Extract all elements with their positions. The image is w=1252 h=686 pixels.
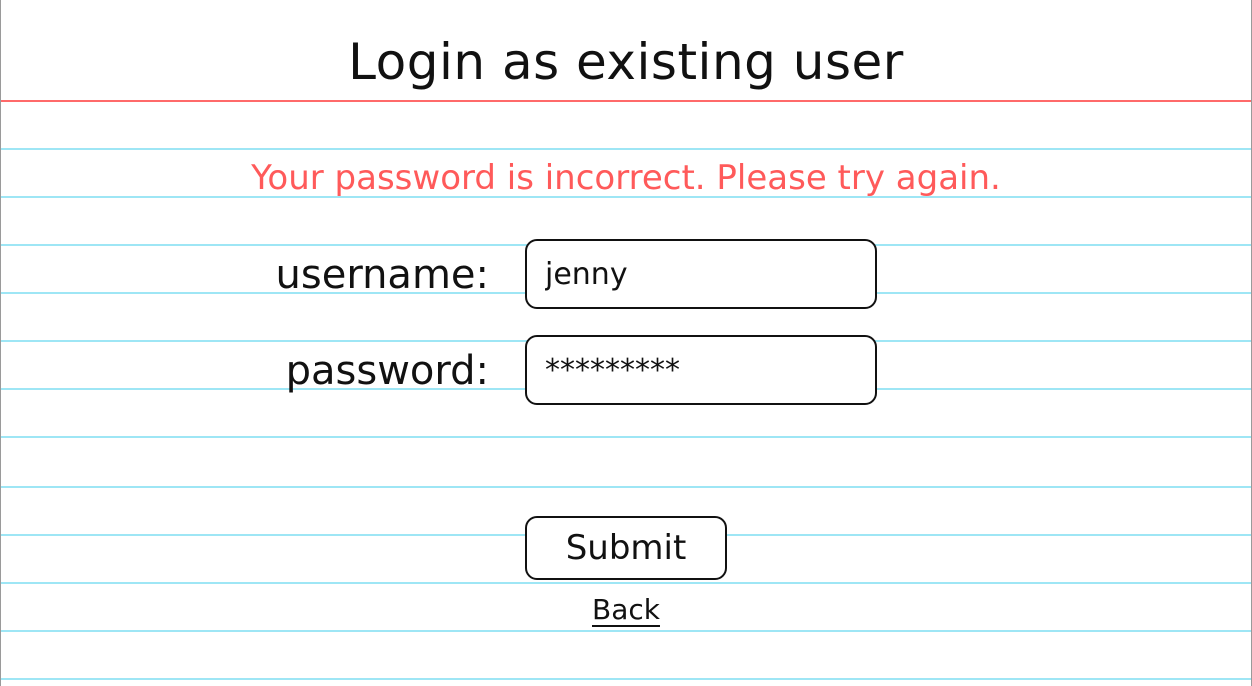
username-field[interactable] [525, 239, 877, 309]
back-link[interactable]: Back [592, 593, 660, 626]
back-link-container: Back [1, 590, 1251, 634]
ruled-line [1, 582, 1251, 584]
error-message: Your password is incorrect. Please try a… [251, 158, 1001, 198]
username-label: username: [275, 252, 489, 298]
page-title: Login as existing user [348, 33, 904, 91]
password-label: password: [285, 348, 489, 394]
ruled-line [1, 436, 1251, 438]
ruled-line [1, 486, 1251, 488]
header-margin-line [1, 100, 1251, 102]
ruled-line [1, 148, 1251, 150]
password-field[interactable] [525, 335, 877, 405]
ruled-line [1, 678, 1251, 680]
submit-button[interactable]: Submit [525, 516, 727, 580]
index-card-page: Login as existing user Your password is … [0, 0, 1252, 686]
